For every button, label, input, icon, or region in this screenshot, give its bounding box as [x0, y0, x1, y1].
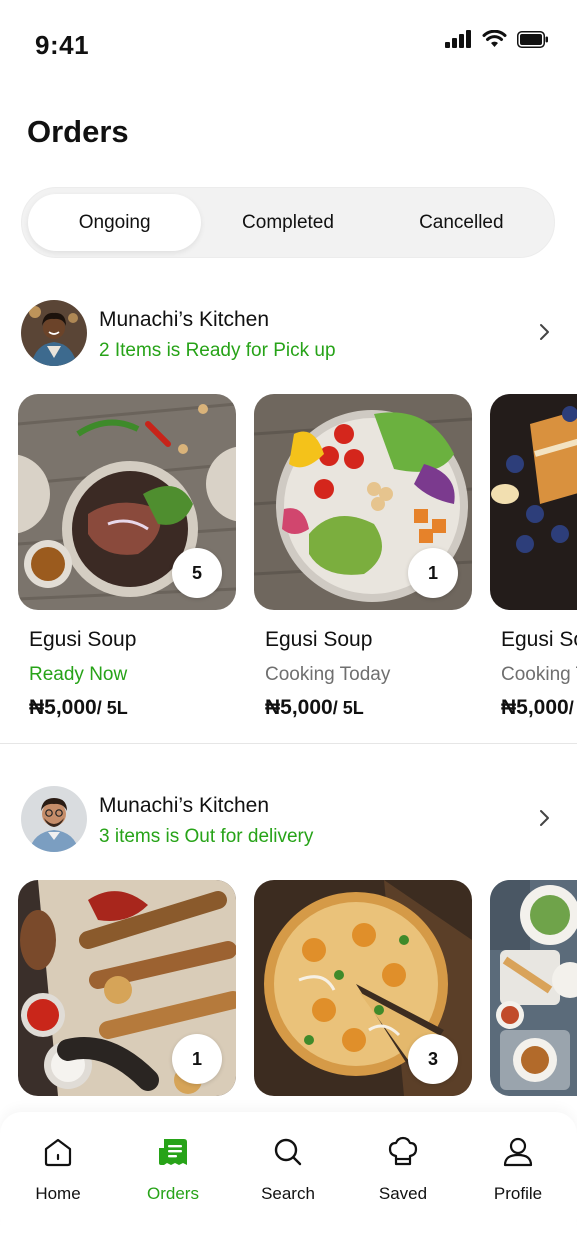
avatar: [21, 786, 87, 852]
orders-icon: [157, 1134, 189, 1170]
item-name: Egusi Soup: [265, 628, 373, 651]
item-name: Egusi Soup: [501, 628, 577, 651]
order-item-card[interactable]: Egusi Soup Cooking Today ₦5,000/ 5L: [490, 394, 577, 720]
food-image: 1: [254, 394, 472, 610]
nav-label: Home: [35, 1184, 81, 1203]
order-tabs: Ongoing Completed Cancelled: [21, 187, 555, 258]
nav-label: Search: [261, 1184, 315, 1203]
food-image: [490, 394, 577, 610]
avatar: [21, 300, 87, 366]
bottom-nav: Home Orders Search Saved Profile: [0, 1112, 577, 1253]
price-value: ₦5,000: [29, 696, 97, 719]
price-value: ₦5,000: [265, 696, 333, 719]
user-icon: [502, 1134, 534, 1170]
status-icons: [445, 30, 549, 48]
store-header[interactable]: Munachi’s Kitchen 3 items is Out for del…: [0, 786, 577, 856]
order-status: 2 Items is Ready for Pick up: [99, 340, 336, 361]
food-image: 1: [18, 880, 236, 1096]
order-item-card[interactable]: [490, 880, 577, 1096]
store-name: Munachi’s Kitchen: [99, 794, 270, 817]
signal-icon: [445, 30, 471, 48]
item-state: Cooking Today: [265, 664, 391, 685]
chevron-right-icon[interactable]: [539, 322, 551, 342]
nav-profile[interactable]: Profile: [468, 1134, 568, 1204]
search-icon: [272, 1134, 304, 1170]
nav-label: Saved: [378, 1184, 428, 1203]
food-image: 5: [18, 394, 236, 610]
nav-saved[interactable]: Saved: [353, 1134, 453, 1204]
order-item-card[interactable]: 1 Egusi Soup Cooking Today ₦5,000/ 5L: [254, 394, 472, 720]
store-name: Munachi’s Kitchen: [99, 308, 270, 331]
order-item-card[interactable]: 3: [254, 880, 472, 1096]
page-title: Orders: [27, 114, 129, 149]
nav-label: Profile: [493, 1184, 543, 1203]
food-image: [490, 880, 577, 1096]
status-time: 9:41: [35, 30, 90, 60]
nav-orders[interactable]: Orders: [123, 1134, 223, 1204]
price-unit: / 5L: [568, 698, 577, 718]
tab-ongoing[interactable]: Ongoing: [28, 194, 202, 251]
price-unit: / 5L: [96, 698, 128, 718]
quantity-badge: 3: [408, 1034, 458, 1084]
food-image: 3: [254, 880, 472, 1096]
chef-hat-icon: [387, 1134, 419, 1170]
order-item-card[interactable]: 5 Egusi Soup Ready Now ₦5,000/ 5L: [18, 394, 236, 720]
item-price: ₦5,000/ 5L: [254, 696, 472, 720]
battery-icon: [517, 30, 548, 48]
nav-search[interactable]: Search: [238, 1134, 338, 1204]
price-value: ₦5,000: [501, 696, 569, 719]
app-screen: 9:41 Orders Ongoing Completed Cancelled …: [0, 0, 577, 1253]
order-status: 3 items is Out for delivery: [99, 826, 314, 847]
tab-completed[interactable]: Completed: [201, 194, 374, 251]
home-icon: [42, 1134, 74, 1170]
item-state: Ready Now: [29, 664, 128, 685]
item-state: Cooking Today: [501, 664, 577, 685]
status-bar: 9:41: [0, 0, 577, 90]
item-price: ₦5,000/ 5L: [490, 696, 577, 720]
item-price: ₦5,000/ 5L: [18, 696, 236, 720]
price-unit: / 5L: [332, 698, 364, 718]
store-header[interactable]: Munachi’s Kitchen 2 Items is Ready for P…: [0, 300, 577, 370]
quantity-badge: 1: [172, 1034, 222, 1084]
wifi-icon: [482, 30, 507, 47]
nav-label: Orders: [147, 1184, 199, 1203]
quantity-badge: 5: [172, 548, 222, 598]
quantity-badge: 1: [408, 548, 458, 598]
chevron-right-icon[interactable]: [539, 808, 551, 828]
tab-cancelled[interactable]: Cancelled: [375, 194, 548, 251]
item-name: Egusi Soup: [29, 628, 137, 651]
section-divider: [0, 743, 577, 744]
order-item-card[interactable]: 1: [18, 880, 236, 1096]
nav-home[interactable]: Home: [8, 1134, 108, 1204]
